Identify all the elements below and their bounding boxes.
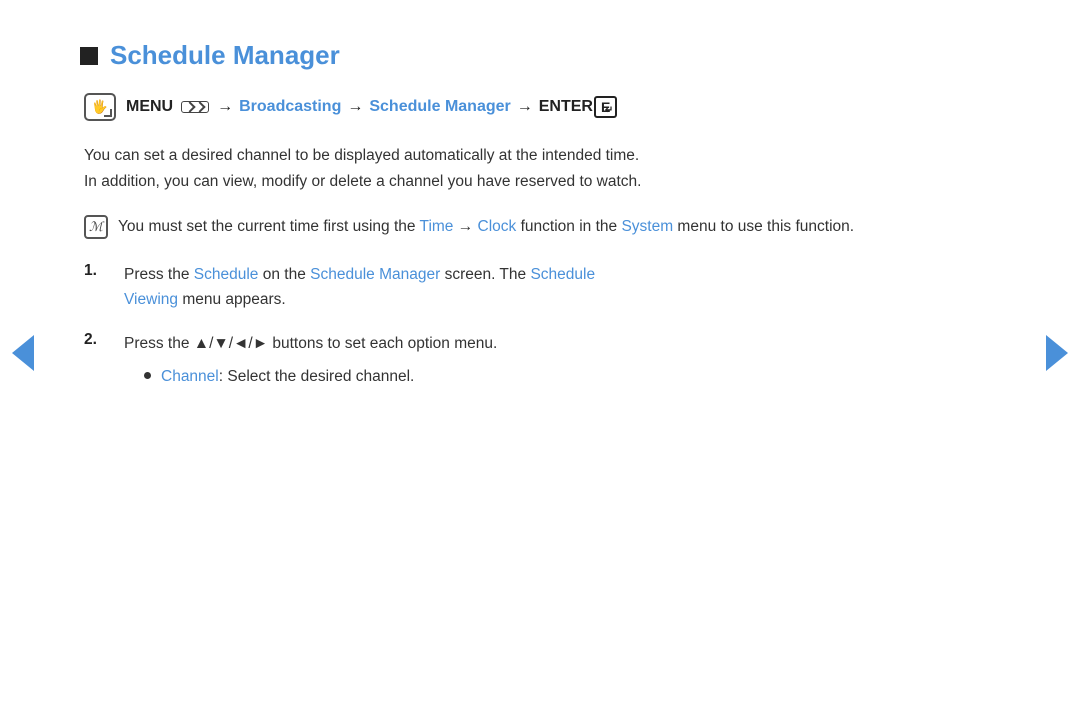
- nav-arrow-right[interactable]: [1046, 335, 1068, 371]
- note-text: You must set the current time first usin…: [118, 214, 854, 240]
- bullet-item-channel: Channel: Select the desired channel.: [144, 364, 497, 390]
- note-text-after: menu to use this function.: [673, 218, 854, 235]
- arrow3: →: [517, 98, 533, 116]
- channel-link: Channel: [161, 368, 219, 385]
- clock-link: Clock: [478, 218, 517, 235]
- menu-path: 🖐 MENU → Broadcasting → Schedule Manager…: [80, 93, 1000, 121]
- schedule-manager-screen-link: Schedule Manager: [310, 266, 440, 283]
- menu-label: MENU: [126, 98, 173, 116]
- bullet-dot-icon: [144, 372, 151, 379]
- title-square-icon: [80, 47, 98, 65]
- note-arrow: →: [458, 218, 474, 235]
- enter-label: ENTERE↵: [539, 96, 618, 118]
- step-1-content: Press the Schedule on the Schedule Manag…: [124, 262, 595, 313]
- note-icon: ℳ: [84, 215, 108, 239]
- step-1-number: 1.: [84, 262, 124, 280]
- note-text-before: You must set the current time first usin…: [118, 218, 420, 235]
- menu-icon: 🖐: [84, 93, 116, 121]
- step-2-row: 2. Press the ▲/▼/◄/► buttons to set each…: [84, 331, 1000, 390]
- arrow2: →: [347, 98, 363, 116]
- page-title: Schedule Manager: [110, 40, 340, 71]
- step-2-number: 2.: [84, 331, 124, 349]
- step-2-bullet-list: Channel: Select the desired channel.: [124, 364, 497, 390]
- title-row: Schedule Manager: [80, 40, 1000, 71]
- channel-bullet-text: Channel: Select the desired channel.: [161, 364, 414, 390]
- page-container: Schedule Manager 🖐 MENU → Broadcasting →…: [0, 0, 1080, 705]
- nav-arrow-left[interactable]: [12, 335, 34, 371]
- description-text: You can set a desired channel to be disp…: [80, 143, 1000, 194]
- schedule-manager-link: Schedule Manager: [369, 98, 510, 116]
- arrow1: →: [217, 98, 233, 116]
- step-1-row: 1. Press the Schedule on the Schedule Ma…: [84, 262, 1000, 313]
- schedule-link: Schedule: [194, 266, 259, 283]
- note-row: ℳ You must set the current time first us…: [80, 214, 1000, 240]
- steps-container: 1. Press the Schedule on the Schedule Ma…: [80, 262, 1000, 390]
- step-2-content: Press the ▲/▼/◄/► buttons to set each op…: [124, 331, 497, 390]
- time-link: Time: [420, 218, 454, 235]
- note-text-middle: function in the: [516, 218, 621, 235]
- broadcasting-link: Broadcasting: [239, 98, 341, 116]
- system-link: System: [621, 218, 673, 235]
